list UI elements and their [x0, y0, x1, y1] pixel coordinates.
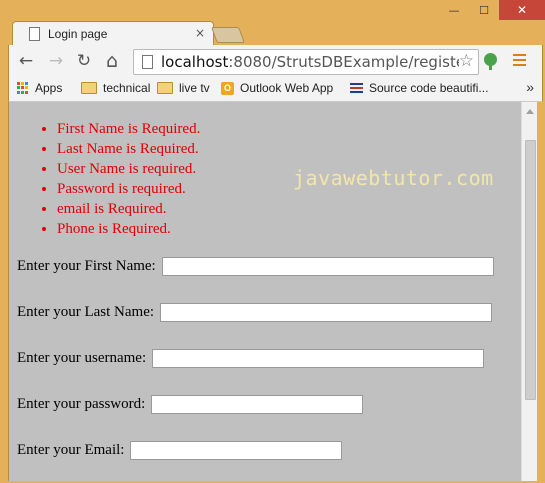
password-input[interactable] — [151, 395, 364, 414]
last-name-input[interactable] — [160, 303, 493, 322]
bookmark-star-icon[interactable]: ☆ — [458, 51, 474, 71]
tab-close-icon[interactable]: × — [195, 26, 205, 40]
username-row: Enter your username: — [17, 349, 485, 368]
error-message: email is Required. — [57, 199, 200, 219]
menu-icon[interactable] — [513, 54, 526, 69]
navigation-toolbar: ← → ↻ ⌂ localhost:8080/StrutsDBExample/r… — [8, 45, 543, 77]
last-name-row: Enter your Last Name: — [17, 303, 493, 322]
first-name-input[interactable] — [161, 257, 494, 276]
bookmark-live-tv[interactable]: live tv — [157, 81, 210, 95]
bookmark-source-code[interactable]: Source code beautifi... — [350, 81, 488, 95]
bookmark-label: Apps — [35, 81, 63, 95]
error-message: First Name is Required. — [57, 119, 200, 139]
tab-title: Login page — [48, 27, 108, 41]
window-controls: — ☐ ✕ — [439, 0, 545, 20]
source-code-icon — [350, 83, 363, 93]
watermark: javawebtutor.com — [293, 166, 494, 190]
back-arrow-icon[interactable]: ← — [15, 50, 37, 72]
vertical-scrollbar[interactable] — [521, 102, 538, 481]
tab-login-page[interactable]: Login page × — [12, 21, 214, 46]
url-path: :8080/StrutsDBExample/register. — [228, 53, 475, 71]
forward-arrow-icon[interactable]: → — [45, 50, 67, 72]
password-label: Enter your password: — [17, 396, 146, 412]
bookmark-label: technical — [103, 81, 151, 95]
password-row: Enter your password: — [17, 395, 364, 414]
folder-icon — [81, 82, 97, 94]
apps-grid-icon — [17, 82, 29, 94]
scrollbar-thumb[interactable] — [525, 140, 536, 400]
maximize-button[interactable]: ☐ — [469, 0, 499, 20]
window-border — [537, 102, 545, 483]
email-input[interactable] — [130, 441, 343, 460]
close-window-button[interactable]: ✕ — [499, 0, 545, 20]
page-content: First Name is Required. Last Name is Req… — [8, 102, 522, 481]
error-message: Phone is Required. — [57, 219, 200, 239]
email-label: Enter your Email: — [17, 442, 125, 458]
first-name-label: Enter your First Name: — [17, 258, 156, 274]
bookmark-label: live tv — [179, 81, 210, 95]
error-message: User Name is required. — [57, 159, 200, 179]
address-bar[interactable]: localhost:8080/StrutsDBExample/register.… — [133, 49, 479, 75]
bookmark-technical[interactable]: technical — [81, 81, 150, 95]
bookmark-outlook-web-app[interactable]: O Outlook Web App — [221, 81, 333, 95]
reload-icon[interactable]: ↻ — [73, 50, 95, 72]
scroll-up-arrow-icon[interactable] — [526, 109, 534, 114]
outlook-icon: O — [221, 81, 234, 95]
error-list: First Name is Required. Last Name is Req… — [25, 119, 200, 239]
bookmark-label: Outlook Web App — [240, 81, 334, 95]
first-name-row: Enter your First Name: — [17, 257, 494, 276]
bookmark-apps[interactable]: Apps — [17, 81, 62, 95]
last-name-label: Enter your Last Name: — [17, 304, 155, 320]
folder-icon — [157, 82, 173, 94]
url-host: localhost — [161, 53, 229, 71]
email-row: Enter your Email: — [17, 441, 343, 460]
minimize-button[interactable]: — — [439, 0, 469, 20]
url-text: localhost:8080/StrutsDBExample/register. — [161, 53, 475, 71]
extension-icon[interactable] — [484, 53, 497, 70]
home-icon[interactable]: ⌂ — [101, 50, 123, 72]
error-message: Password is required. — [57, 179, 200, 199]
page-icon — [29, 27, 40, 41]
bookmarks-overflow-icon[interactable]: » — [526, 79, 534, 95]
new-tab-button[interactable] — [211, 27, 245, 43]
bookmarks-bar: Apps technical live tv O Outlook Web App… — [8, 77, 543, 102]
error-message: Last Name is Required. — [57, 139, 200, 159]
username-input[interactable] — [152, 349, 485, 368]
page-icon — [142, 55, 153, 69]
username-label: Enter your username: — [17, 350, 147, 366]
bookmark-label: Source code beautifi... — [369, 81, 489, 95]
